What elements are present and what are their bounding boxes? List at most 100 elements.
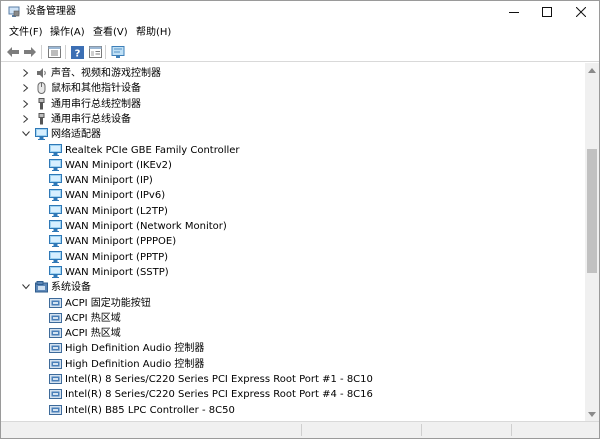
- tree-device-row[interactable]: WAN Miniport (PPPOE): [1, 234, 585, 249]
- network-adapter-icon: [49, 250, 62, 263]
- chevron-down-icon: [588, 411, 596, 417]
- chevron-right-icon: [23, 84, 29, 93]
- tree-node-label: Intel(R) 8 Series/C220 Series PCI Expres…: [65, 389, 373, 401]
- tree-node-label: 系统设备: [51, 282, 91, 294]
- tree-category-row[interactable]: 系统设备: [1, 280, 585, 295]
- network-adapter-icon: [49, 235, 62, 248]
- network-adapter-icon: [35, 128, 48, 141]
- back-arrow-icon: [7, 47, 19, 57]
- tree-device-row[interactable]: WAN Miniport (L2TP): [1, 204, 585, 219]
- tree-category-row[interactable]: 鼠标和其他指针设备: [1, 81, 585, 96]
- tree-device-row[interactable]: High Definition Audio 控制器: [1, 357, 585, 372]
- minimize-icon: [509, 12, 519, 13]
- chevron-right-icon: [23, 69, 29, 77]
- tree-device-row[interactable]: WAN Miniport (SSTP): [1, 265, 585, 280]
- tree-node-label: WAN Miniport (IPv6): [65, 190, 166, 202]
- system-device-icon: [49, 358, 62, 370]
- system-device-icon: [49, 388, 62, 400]
- chevron-down-icon: [22, 131, 30, 137]
- status-segment: [301, 424, 302, 436]
- usb-icon: [35, 112, 48, 125]
- device-manager-window: 设备管理器 文件(F) 操作(A) 查看(V) 帮助(H) ? 声音、视频和游戏…: [0, 0, 600, 439]
- scrollbar-thumb[interactable]: [587, 149, 597, 273]
- scroll-down-button[interactable]: [585, 407, 599, 421]
- status-bar: [1, 421, 599, 438]
- network-adapter-icon: [49, 220, 62, 232]
- speaker-icon: [35, 67, 48, 79]
- system-device-icon: [49, 342, 62, 354]
- tree-node-label: ACPI 固定功能按钮: [65, 297, 151, 309]
- device-tree[interactable]: 声音、视频和游戏控制器鼠标和其他指针设备通用串行总线控制器 通用串行总线设备网络适…: [1, 63, 585, 421]
- title-bar[interactable]: 设备管理器: [1, 1, 599, 23]
- system-device-icon: [49, 373, 62, 385]
- expander-collapsed[interactable]: [20, 67, 32, 79]
- system-device-icon: [49, 404, 62, 416]
- tree-category-row[interactable]: 网络适配器: [1, 127, 585, 142]
- tree-device-row[interactable]: ACPI 热区域: [1, 326, 585, 341]
- details-view-icon: [88, 46, 102, 58]
- tree-device-row[interactable]: WAN Miniport (IP): [1, 173, 585, 188]
- chevron-right-icon: [23, 99, 29, 108]
- menu-action[interactable]: 操作(A): [50, 26, 85, 40]
- tree-node-label: WAN Miniport (L2TP): [65, 205, 168, 217]
- scroll-up-button[interactable]: [585, 63, 599, 77]
- tree-node-label: Intel(R) B85 LPC Controller - 8C50: [65, 404, 235, 416]
- minimize-button[interactable]: [497, 1, 531, 23]
- mouse-icon: [35, 82, 48, 95]
- tree-node-label: WAN Miniport (Network Monitor): [65, 221, 227, 232]
- expander-expanded[interactable]: [20, 128, 32, 140]
- toolbar: ?: [1, 42, 599, 62]
- expander-collapsed[interactable]: [20, 82, 32, 94]
- expander-expanded[interactable]: [20, 281, 32, 293]
- tree-node-label: 鼠标和其他指针设备: [51, 83, 141, 95]
- status-segment: [421, 424, 422, 436]
- window-title: 设备管理器: [26, 6, 76, 17]
- menu-file[interactable]: 文件(F): [9, 26, 43, 40]
- tree-device-row[interactable]: WAN Miniport (IKEv2): [1, 158, 585, 173]
- menu-help[interactable]: 帮助(H): [136, 26, 171, 40]
- system-device-icon: [49, 297, 62, 309]
- help-button[interactable]: ?: [69, 44, 85, 60]
- tree-device-row[interactable]: High Definition Audio 控制器: [1, 341, 585, 356]
- tree-device-row[interactable]: Intel(R) 8 Series/C220 Series PCI Expres…: [1, 387, 585, 402]
- chevron-down-icon: [22, 284, 30, 290]
- tree-category-row[interactable]: 声音、视频和游戏控制器: [1, 66, 585, 81]
- back-button[interactable]: [5, 44, 21, 60]
- tree-device-row[interactable]: WAN Miniport (IPv6): [1, 188, 585, 203]
- properties-icon: [47, 46, 61, 58]
- toolbar-separator: [105, 45, 106, 59]
- close-button[interactable]: [564, 1, 598, 23]
- tree-device-row[interactable]: ACPI 热区域: [1, 311, 585, 326]
- scan-hardware-button[interactable]: [110, 44, 126, 60]
- chevron-right-icon: [23, 115, 29, 123]
- tree-device-row[interactable]: WAN Miniport (PPTP): [1, 250, 585, 265]
- expander-collapsed[interactable]: [20, 113, 32, 125]
- tree-category-row[interactable]: 通用串行总线设备: [1, 112, 585, 127]
- tree-node-label: Realtek PCIe GBE Family Controller: [65, 144, 240, 156]
- toolbar-separator: [41, 45, 42, 59]
- tree-device-row[interactable]: Realtek PCIe GBE Family Controller: [1, 143, 585, 158]
- forward-arrow-icon: [24, 47, 36, 57]
- tree-device-row[interactable]: WAN Miniport (Network Monitor): [1, 219, 585, 234]
- help-icon: ?: [70, 45, 84, 59]
- tree-node-label: Intel(R) 8 Series/C220 Series PCI Expres…: [65, 374, 373, 385]
- tree-node-label: ACPI 热区域: [65, 328, 121, 340]
- tree-node-label: WAN Miniport (IKEv2): [65, 159, 172, 171]
- network-adapter-icon: [49, 204, 62, 217]
- details-view-button[interactable]: [87, 44, 103, 60]
- device-manager-app-icon: [8, 6, 20, 17]
- tree-node-label: ACPI 热区域: [65, 312, 121, 324]
- menu-view[interactable]: 查看(V): [93, 26, 128, 40]
- properties-button[interactable]: [46, 44, 62, 60]
- tree-device-row[interactable]: ACPI 固定功能按钮: [1, 296, 585, 311]
- tree-device-row[interactable]: Intel(R) 8 Series/C220 Series PCI Expres…: [1, 372, 585, 387]
- tree-category-row[interactable]: 通用串行总线控制器: [1, 97, 585, 112]
- tree-device-row[interactable]: Intel(R) B85 LPC Controller - 8C50: [1, 403, 585, 418]
- tree-node-label: 通用串行总线设备: [51, 113, 131, 125]
- svg-text:?: ?: [74, 48, 80, 59]
- vertical-scrollbar[interactable]: [585, 63, 599, 421]
- maximize-button[interactable]: [530, 1, 564, 23]
- forward-button[interactable]: [22, 44, 38, 60]
- network-adapter-icon: [49, 143, 62, 156]
- expander-collapsed[interactable]: [20, 98, 32, 110]
